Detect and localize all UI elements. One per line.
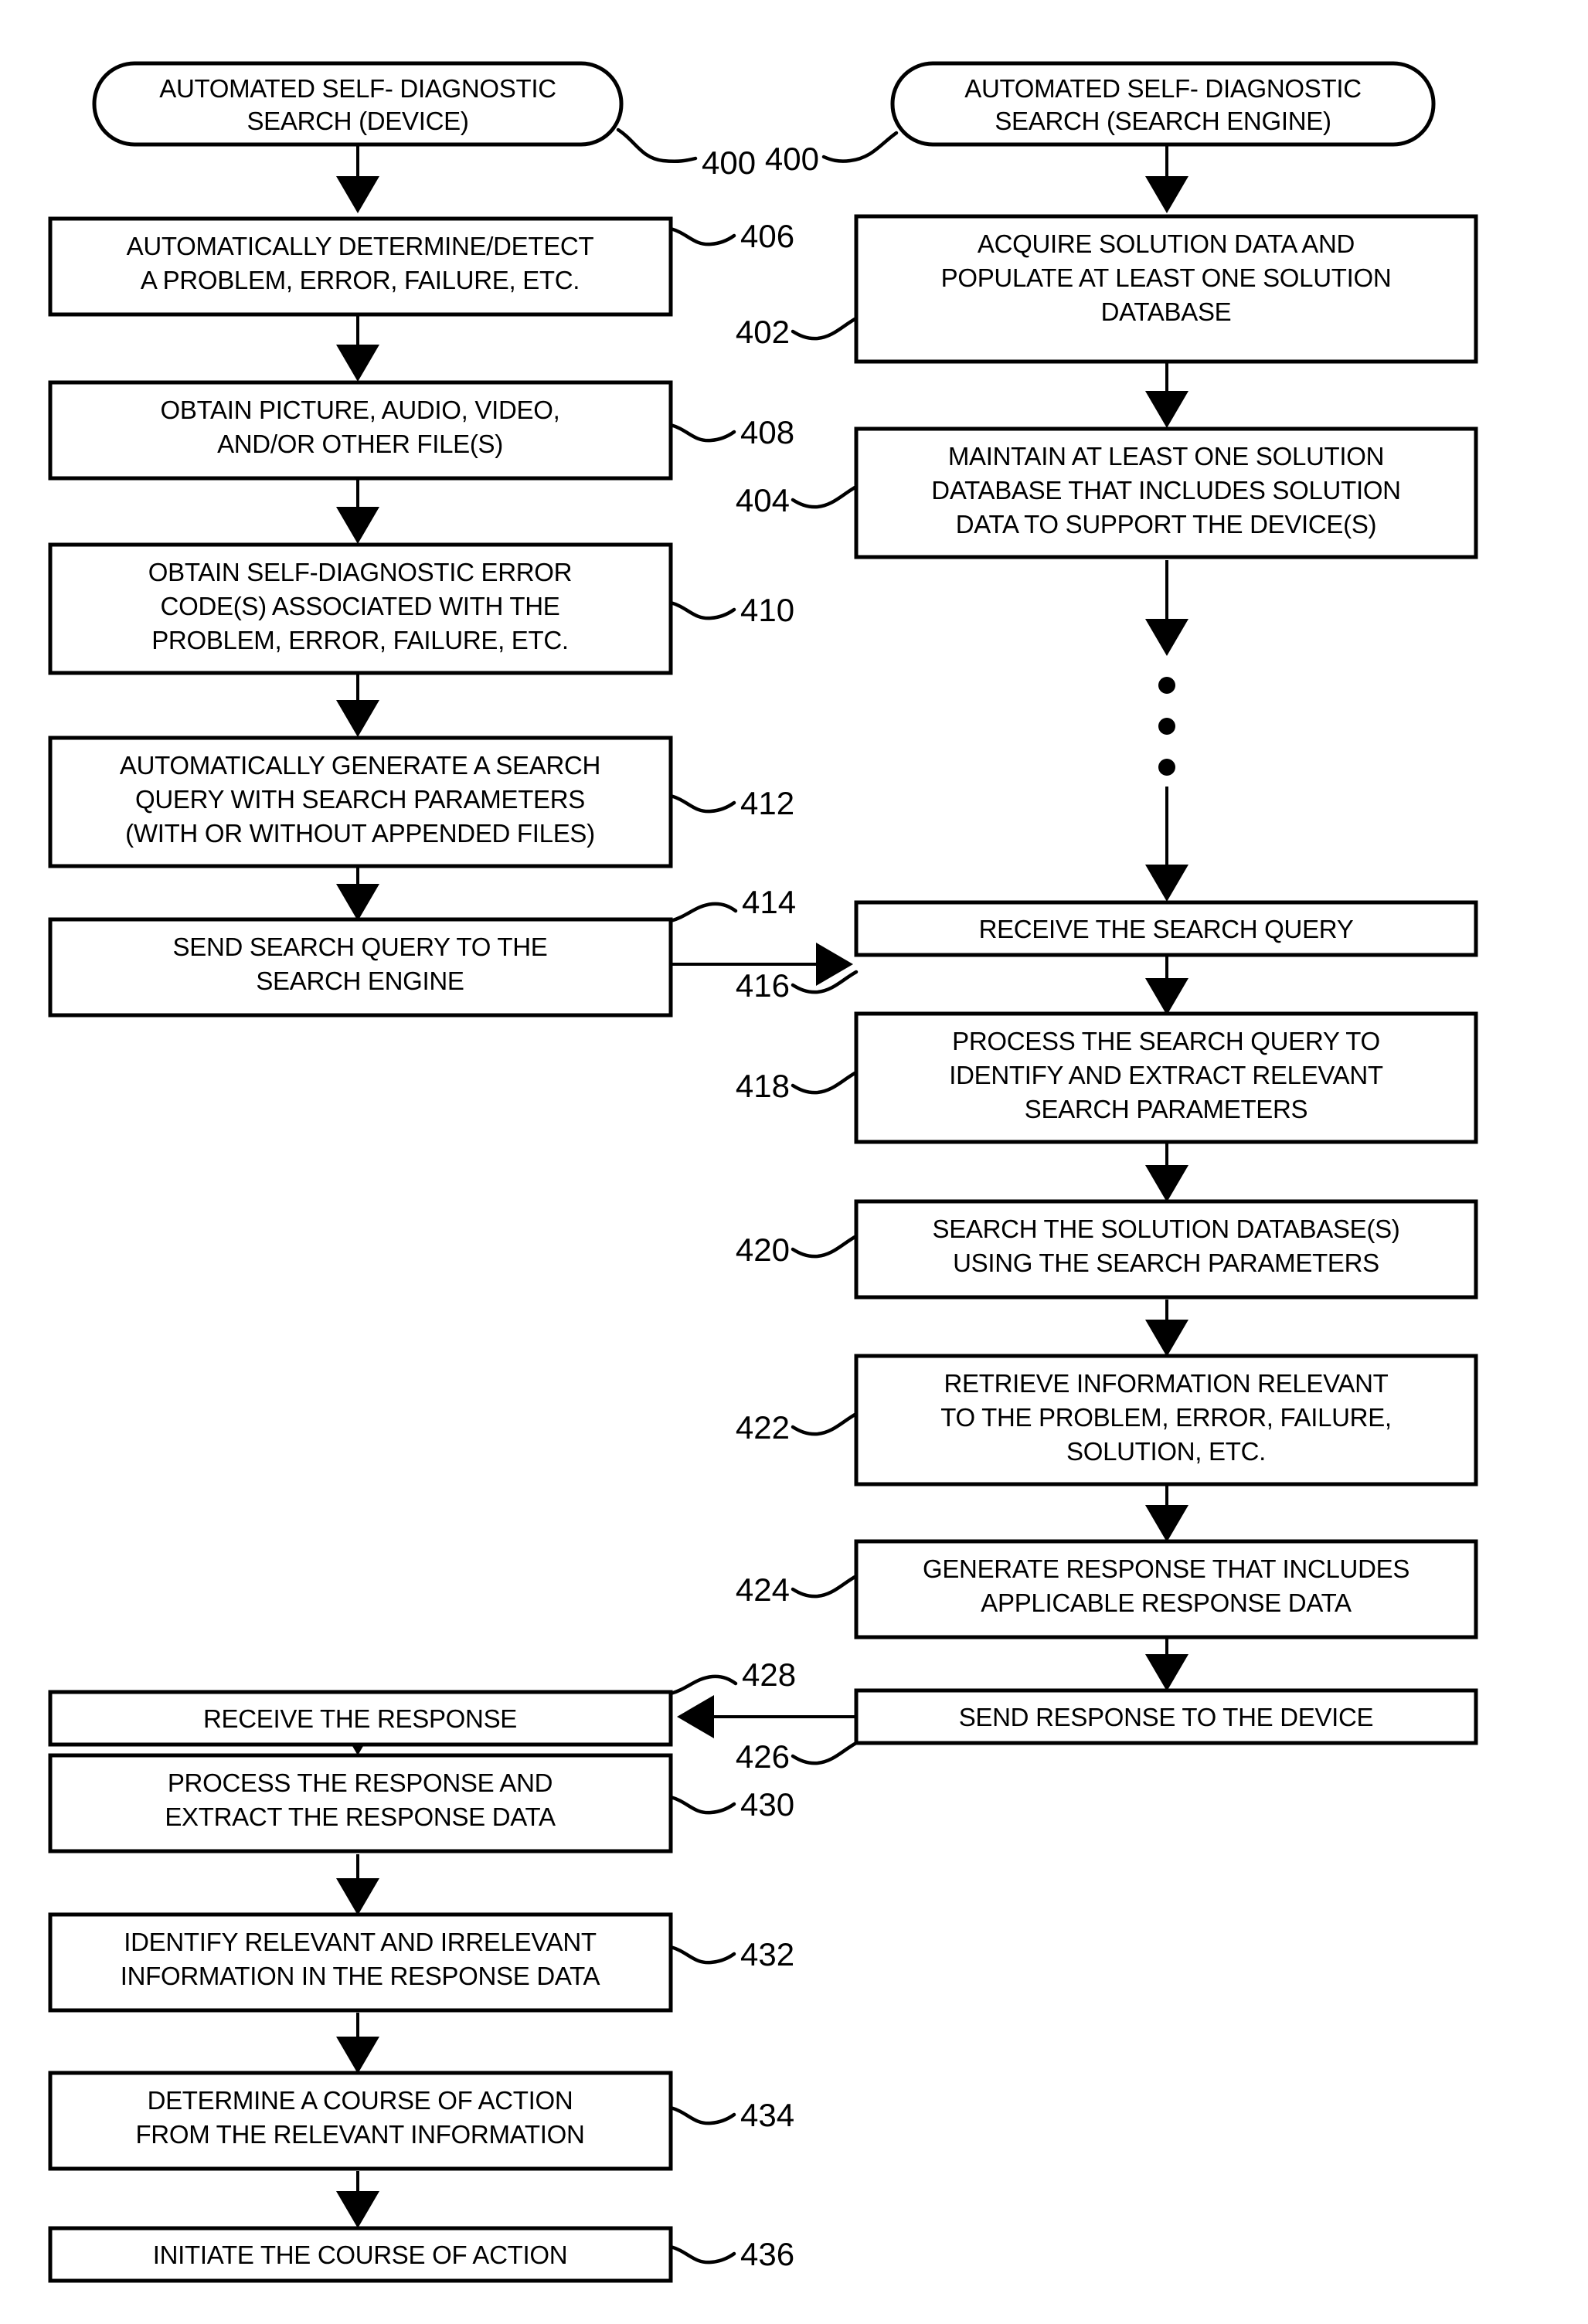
box-430-line-2: EXTRACT THE RESPONSE DATA bbox=[165, 1802, 556, 1831]
process-box-406: AUTOMATICALLY DETERMINE/DETECT A PROBLEM… bbox=[48, 216, 673, 317]
process-box-426: SEND RESPONSE TO THE DEVICE bbox=[854, 1688, 1478, 1745]
box-422-line-2: TO THE PROBLEM, ERROR, FAILURE, bbox=[940, 1403, 1392, 1432]
terminal-start-search-engine: AUTOMATED SELF- DIAGNOSTIC SEARCH (SEARC… bbox=[890, 61, 1436, 147]
box-404-line-3: DATA TO SUPPORT THE DEVICE(S) bbox=[956, 510, 1377, 539]
ref-number-428: 428 bbox=[742, 1656, 796, 1693]
ref-number-400-device: 400 bbox=[702, 144, 756, 181]
box-402-line-2: POPULATE AT LEAST ONE SOLUTION bbox=[941, 263, 1392, 292]
box-414-line-1: SEND SEARCH QUERY TO THE bbox=[173, 933, 548, 961]
box-434-line-1: DETERMINE A COURSE OF ACTION bbox=[148, 2086, 573, 2115]
box-418-line-1: PROCESS THE SEARCH QUERY TO bbox=[952, 1027, 1380, 1055]
process-box-422: RETRIEVE INFORMATION RELEVANT TO THE PRO… bbox=[854, 1354, 1478, 1486]
ellipsis-dot-3 bbox=[1158, 759, 1175, 776]
ellipsis-dot-1 bbox=[1158, 677, 1175, 694]
box-404-line-2: DATABASE THAT INCLUDES SOLUTION bbox=[931, 476, 1400, 505]
ellipsis-dot-2 bbox=[1158, 718, 1175, 735]
box-432-line-1: IDENTIFY RELEVANT AND IRRELEVANT bbox=[124, 1928, 597, 1956]
box-420-line-1: SEARCH THE SOLUTION DATABASE(S) bbox=[933, 1215, 1400, 1243]
box-430-line-1: PROCESS THE RESPONSE AND bbox=[168, 1768, 553, 1797]
process-box-412: AUTOMATICALLY GENERATE A SEARCH QUERY WI… bbox=[48, 736, 673, 868]
ref-number-436: 436 bbox=[740, 2236, 794, 2272]
terminal-engine-line-1: AUTOMATED SELF- DIAGNOSTIC bbox=[964, 74, 1362, 103]
box-426-line-1: SEND RESPONSE TO THE DEVICE bbox=[959, 1703, 1374, 1731]
box-424-line-1: GENERATE RESPONSE THAT INCLUDES bbox=[923, 1554, 1409, 1583]
ref-number-402: 402 bbox=[736, 314, 790, 350]
patent-flowchart: AUTOMATED SELF- DIAGNOSTIC SEARCH (DEVIC… bbox=[0, 0, 1588, 2324]
box-408-line-1: OBTAIN PICTURE, AUDIO, VIDEO, bbox=[161, 396, 560, 424]
ref-number-434: 434 bbox=[740, 2097, 794, 2133]
ref-number-422: 422 bbox=[736, 1409, 790, 1446]
ref-number-400-search-engine: 400 bbox=[765, 141, 819, 177]
ref-number-410: 410 bbox=[740, 592, 794, 628]
box-418-line-3: SEARCH PARAMETERS bbox=[1025, 1095, 1308, 1123]
process-box-424: GENERATE RESPONSE THAT INCLUDES APPLICAB… bbox=[854, 1539, 1478, 1639]
box-422-line-1: RETRIEVE INFORMATION RELEVANT bbox=[944, 1369, 1389, 1398]
terminal-device-line-1: AUTOMATED SELF- DIAGNOSTIC bbox=[159, 74, 556, 103]
ref-number-408: 408 bbox=[740, 414, 794, 450]
ref-number-426: 426 bbox=[736, 1738, 790, 1775]
ref-number-424: 424 bbox=[736, 1571, 790, 1608]
box-432-line-2: INFORMATION IN THE RESPONSE DATA bbox=[121, 1962, 600, 1990]
process-box-416: RECEIVE THE SEARCH QUERY bbox=[854, 900, 1478, 957]
process-box-418: PROCESS THE SEARCH QUERY TO IDENTIFY AND… bbox=[854, 1011, 1478, 1144]
process-box-434: DETERMINE A COURSE OF ACTION FROM THE RE… bbox=[48, 2071, 673, 2171]
ref-number-404: 404 bbox=[736, 482, 790, 518]
box-424-line-2: APPLICABLE RESPONSE DATA bbox=[981, 1588, 1352, 1617]
ref-number-432: 432 bbox=[740, 1936, 794, 1972]
terminal-engine-line-2: SEARCH (SEARCH ENGINE) bbox=[995, 107, 1331, 135]
process-box-430: PROCESS THE RESPONSE AND EXTRACT THE RES… bbox=[48, 1753, 673, 1853]
box-414-line-2: SEARCH ENGINE bbox=[256, 967, 464, 995]
process-box-414: SEND SEARCH QUERY TO THE SEARCH ENGINE bbox=[48, 917, 673, 1018]
process-box-420: SEARCH THE SOLUTION DATABASE(S) USING TH… bbox=[854, 1199, 1478, 1300]
box-402-line-1: ACQUIRE SOLUTION DATA AND bbox=[978, 229, 1355, 258]
box-406-line-2: A PROBLEM, ERROR, FAILURE, ETC. bbox=[141, 266, 580, 294]
box-436-line-1: INITIATE THE COURSE OF ACTION bbox=[153, 2241, 567, 2269]
process-box-410: OBTAIN SELF-DIAGNOSTIC ERROR CODE(S) ASS… bbox=[48, 542, 673, 675]
box-412-line-1: AUTOMATICALLY GENERATE A SEARCH bbox=[120, 751, 600, 780]
box-434-line-2: FROM THE RELEVANT INFORMATION bbox=[135, 2120, 584, 2149]
box-418-line-2: IDENTIFY AND EXTRACT RELEVANT bbox=[949, 1061, 1383, 1089]
process-box-404: MAINTAIN AT LEAST ONE SOLUTION DATABASE … bbox=[854, 426, 1478, 559]
box-406-line-1: AUTOMATICALLY DETERMINE/DETECT bbox=[127, 232, 594, 260]
box-404-line-1: MAINTAIN AT LEAST ONE SOLUTION bbox=[948, 442, 1384, 471]
ref-number-430: 430 bbox=[740, 1786, 794, 1823]
ref-number-418: 418 bbox=[736, 1068, 790, 1104]
terminal-start-device: AUTOMATED SELF- DIAGNOSTIC SEARCH (DEVIC… bbox=[92, 61, 624, 147]
box-420-line-2: USING THE SEARCH PARAMETERS bbox=[953, 1249, 1379, 1277]
box-422-line-3: SOLUTION, ETC. bbox=[1066, 1437, 1266, 1466]
ref-number-414: 414 bbox=[742, 884, 796, 920]
process-box-408: OBTAIN PICTURE, AUDIO, VIDEO, AND/OR OTH… bbox=[48, 380, 673, 481]
process-box-428: RECEIVE THE RESPONSE bbox=[48, 1690, 673, 1747]
ref-number-412: 412 bbox=[740, 785, 794, 821]
terminal-device-line-2: SEARCH (DEVICE) bbox=[247, 107, 468, 135]
ref-number-420: 420 bbox=[736, 1232, 790, 1268]
ref-number-406: 406 bbox=[740, 218, 794, 254]
box-412-line-3: (WITH OR WITHOUT APPENDED FILES) bbox=[125, 819, 595, 848]
box-408-line-2: AND/OR OTHER FILE(S) bbox=[217, 430, 503, 458]
box-428-line-1: RECEIVE THE RESPONSE bbox=[203, 1704, 517, 1733]
box-412-line-2: QUERY WITH SEARCH PARAMETERS bbox=[135, 785, 585, 814]
box-416-line-1: RECEIVE THE SEARCH QUERY bbox=[979, 915, 1354, 943]
box-410-line-2: CODE(S) ASSOCIATED WITH THE bbox=[161, 592, 560, 620]
ref-number-416: 416 bbox=[736, 967, 790, 1004]
box-402-line-3: DATABASE bbox=[1101, 297, 1232, 326]
process-box-402: ACQUIRE SOLUTION DATA AND POPULATE AT LE… bbox=[854, 214, 1478, 364]
process-box-432: IDENTIFY RELEVANT AND IRRELEVANT INFORMA… bbox=[48, 1912, 673, 2013]
process-box-436: INITIATE THE COURSE OF ACTION bbox=[48, 2226, 673, 2283]
box-410-line-1: OBTAIN SELF-DIAGNOSTIC ERROR bbox=[148, 558, 572, 586]
box-410-line-3: PROBLEM, ERROR, FAILURE, ETC. bbox=[151, 626, 569, 654]
